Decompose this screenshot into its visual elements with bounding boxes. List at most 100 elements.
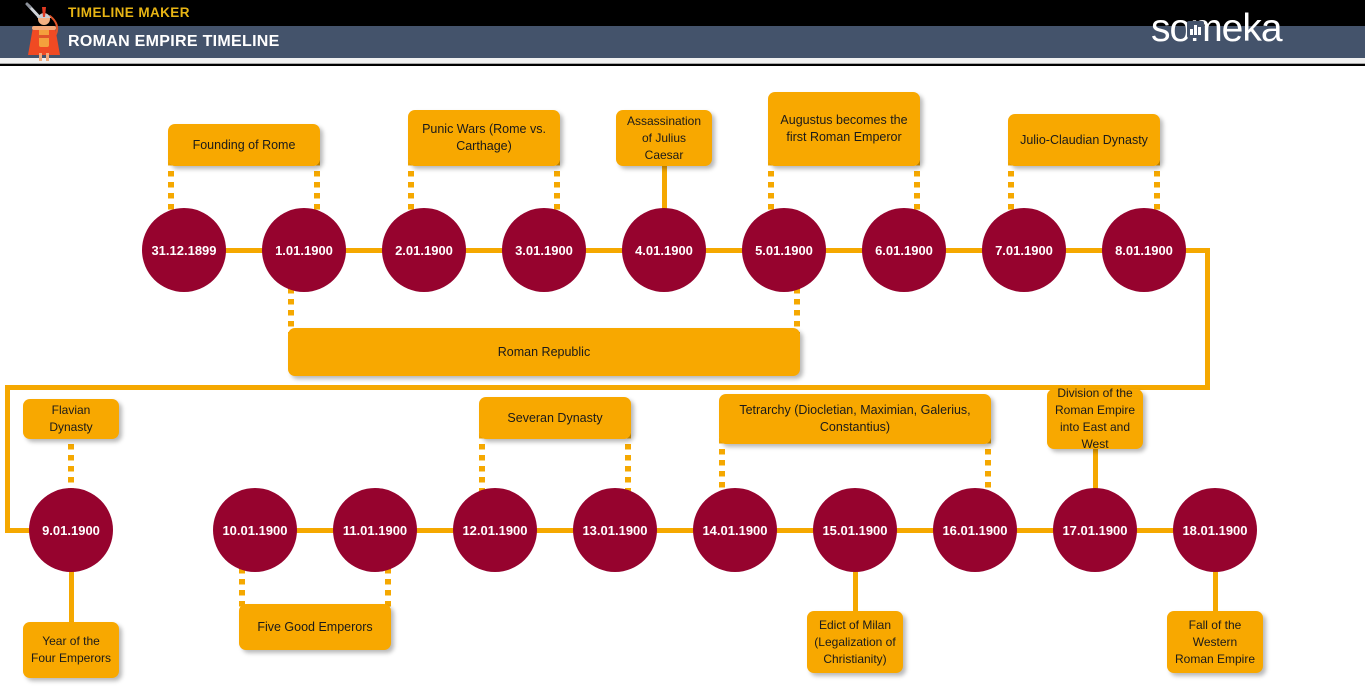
timeline-node-date: 15.01.1900 bbox=[822, 522, 888, 538]
timeline-node[interactable]: 16.01.1900 bbox=[933, 488, 1017, 572]
timeline-node[interactable]: 10.01.1900 bbox=[213, 488, 297, 572]
timeline-node-date: 10.01.1900 bbox=[222, 522, 288, 538]
timeline-rail bbox=[1015, 527, 1055, 533]
event-card-label: Roman Republic bbox=[497, 344, 591, 359]
event-card-label: Augustus becomes the first Roman Emperor bbox=[780, 113, 908, 144]
event-card-severan-dynasty[interactable]: Severan Dynasty bbox=[479, 397, 631, 439]
timeline-node-date: 17.01.1900 bbox=[1062, 522, 1128, 538]
timeline-node[interactable]: 2.01.1900 bbox=[382, 208, 466, 292]
timeline-node[interactable]: 5.01.1900 bbox=[742, 208, 826, 292]
timeline-node-date: 14.01.1900 bbox=[702, 522, 768, 538]
brand-title: TIMELINE MAKER bbox=[68, 5, 190, 20]
timeline-rail-wrap-bottom bbox=[5, 385, 1210, 390]
timeline-node[interactable]: 6.01.1900 bbox=[862, 208, 946, 292]
timeline-rail bbox=[895, 527, 935, 533]
timeline-rail bbox=[5, 527, 31, 533]
event-connector bbox=[68, 568, 74, 628]
event-card-roman-republic[interactable]: Roman Republic bbox=[288, 328, 800, 376]
timeline-rail bbox=[584, 247, 624, 253]
timeline-node[interactable]: 18.01.1900 bbox=[1173, 488, 1257, 572]
event-card-augustus-first-emperor[interactable]: Augustus becomes the first Roman Emperor bbox=[768, 92, 920, 166]
event-card-label: Flavian Dynasty bbox=[49, 403, 93, 434]
event-card-label: Punic Wars (Rome vs. Carthage) bbox=[422, 122, 546, 153]
timeline-node[interactable]: 4.01.1900 bbox=[622, 208, 706, 292]
someka-logo: someka bbox=[1151, 5, 1341, 53]
timeline-node[interactable]: 12.01.1900 bbox=[453, 488, 537, 572]
timeline-node[interactable]: 3.01.1900 bbox=[502, 208, 586, 292]
timeline-rail bbox=[464, 247, 504, 253]
event-card-assassination-of-caesar[interactable]: Assassination of Julius Caesar bbox=[616, 110, 712, 166]
timeline-node-date: 8.01.1900 bbox=[1115, 242, 1173, 258]
page-title: ROMAN EMPIRE TIMELINE bbox=[68, 33, 280, 50]
timeline-canvas: Founding of Rome Punic Wars (Rome vs. Car… bbox=[0, 66, 1365, 700]
event-connector bbox=[314, 160, 320, 212]
timeline-rail-wrap-left bbox=[5, 385, 10, 530]
timeline-node-date: 6.01.1900 bbox=[875, 242, 933, 258]
timeline-node-date: 3.01.1900 bbox=[515, 242, 573, 258]
timeline-rail bbox=[824, 247, 864, 253]
timeline-rail bbox=[344, 247, 384, 253]
event-connector bbox=[479, 433, 485, 492]
event-connector bbox=[852, 568, 858, 617]
event-card-year-of-four-emperors[interactable]: Year of the Four Emperors bbox=[23, 622, 119, 678]
event-card-label: Year of the Four Emperors bbox=[30, 634, 112, 665]
event-connector bbox=[661, 160, 667, 212]
event-connector bbox=[914, 160, 920, 212]
event-card-label: Division of the Roman Empire into East a… bbox=[1054, 386, 1136, 451]
event-card-tetrarchy[interactable]: Tetrarchy (Diocletian, Maximian, Galeriu… bbox=[719, 394, 991, 444]
event-card-label: Severan Dynasty bbox=[507, 410, 603, 425]
timeline-node[interactable]: 9.01.1900 bbox=[29, 488, 113, 572]
timeline-node[interactable]: 11.01.1900 bbox=[333, 488, 417, 572]
timeline-node[interactable]: 14.01.1900 bbox=[693, 488, 777, 572]
event-connector bbox=[554, 160, 560, 212]
timeline-node[interactable]: 15.01.1900 bbox=[813, 488, 897, 572]
event-connector bbox=[719, 438, 725, 492]
timeline-rail bbox=[295, 527, 335, 533]
timeline-rail bbox=[1135, 527, 1175, 533]
event-connector bbox=[1154, 160, 1160, 212]
event-card-punic-wars[interactable]: Punic Wars (Rome vs. Carthage) bbox=[408, 110, 560, 166]
timeline-node-date: 12.01.1900 bbox=[462, 522, 528, 538]
event-connector bbox=[168, 160, 174, 212]
timeline-node-date: 13.01.1900 bbox=[582, 522, 648, 538]
timeline-node[interactable]: 8.01.1900 bbox=[1102, 208, 1186, 292]
event-card-founding-of-rome[interactable]: Founding of Rome bbox=[168, 124, 320, 166]
event-card-label: Fall of the Western Roman Empire bbox=[1174, 617, 1256, 666]
timeline-rail bbox=[775, 527, 815, 533]
timeline-node[interactable]: 31.12.1899 bbox=[142, 208, 226, 292]
timeline-rail bbox=[415, 527, 455, 533]
event-card-label: Assassination of Julius Caesar bbox=[626, 113, 702, 162]
event-connector bbox=[1212, 568, 1218, 617]
event-connector bbox=[768, 160, 774, 212]
timeline-node-date: 1.01.1900 bbox=[275, 242, 333, 258]
event-card-label: Founding of Rome bbox=[192, 137, 296, 152]
event-card-edict-of-milan[interactable]: Edict of Milan (Legalization of Christia… bbox=[807, 611, 903, 673]
someka-wordmark: someka bbox=[1151, 7, 1283, 50]
timeline-node-date: 31.12.1899 bbox=[151, 242, 217, 258]
timeline-node-date: 7.01.1900 bbox=[995, 242, 1053, 258]
event-card-five-good-emperors[interactable]: Five Good Emperors bbox=[239, 604, 391, 650]
event-connector bbox=[1008, 160, 1014, 212]
timeline-rail bbox=[944, 247, 984, 253]
event-card-division-of-empire[interactable]: Division of the Roman Empire into East a… bbox=[1047, 386, 1143, 451]
event-connector bbox=[985, 438, 991, 492]
event-card-flavian-dynasty[interactable]: Flavian Dynasty bbox=[23, 399, 119, 439]
timeline-node-date: 5.01.1900 bbox=[755, 242, 813, 258]
event-connector bbox=[408, 160, 414, 212]
timeline-rail bbox=[224, 247, 264, 253]
timeline-rail bbox=[655, 527, 695, 533]
event-connector bbox=[794, 288, 800, 334]
timeline-node[interactable]: 1.01.1900 bbox=[262, 208, 346, 292]
timeline-rail bbox=[704, 247, 744, 253]
timeline-node[interactable]: 17.01.1900 bbox=[1053, 488, 1137, 572]
event-card-julio-claudian-dynasty[interactable]: Julio-Claudian Dynasty bbox=[1008, 114, 1160, 166]
event-card-label: Tetrarchy (Diocletian, Maximian, Galeriu… bbox=[739, 403, 971, 434]
timeline-rail bbox=[1064, 247, 1104, 253]
event-connector bbox=[625, 433, 631, 492]
timeline-node[interactable]: 7.01.1900 bbox=[982, 208, 1066, 292]
timeline-node-date: 2.01.1900 bbox=[395, 242, 453, 258]
timeline-rail-wrap-right bbox=[1205, 247, 1210, 388]
timeline-node[interactable]: 13.01.1900 bbox=[573, 488, 657, 572]
timeline-node-date: 11.01.1900 bbox=[342, 522, 408, 538]
event-card-fall-of-western-empire[interactable]: Fall of the Western Roman Empire bbox=[1167, 611, 1263, 673]
